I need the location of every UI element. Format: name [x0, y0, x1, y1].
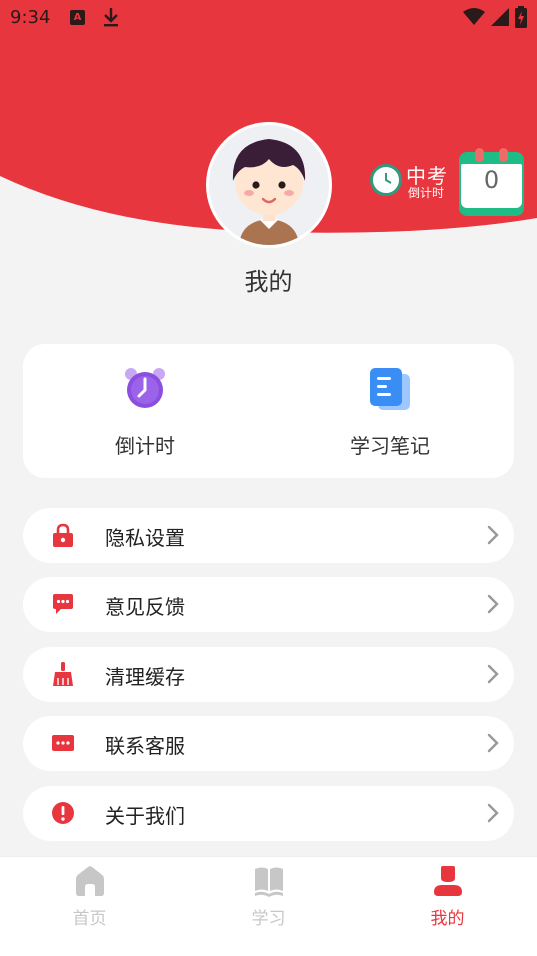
feedback-icon — [53, 594, 73, 614]
menu-item-label: 联系客服 — [105, 734, 185, 758]
clock-icon — [370, 164, 402, 196]
broom-icon — [53, 662, 73, 686]
notification-a-icon: A — [70, 10, 85, 25]
tab-label: 首页 — [72, 909, 107, 929]
menu-item-label: 关于我们 — [105, 804, 185, 828]
chevron-right-icon — [487, 803, 499, 823]
quick-action-label: 倒计时 — [115, 434, 175, 458]
countdown-days: 0 — [483, 166, 500, 194]
wifi-icon — [463, 8, 485, 25]
notes-icon — [370, 368, 410, 410]
chat-icon — [52, 735, 74, 751]
profile-name: 我的 — [244, 268, 293, 296]
chevron-right-icon — [487, 664, 499, 684]
tab-home[interactable]: 首页 — [0, 857, 179, 937]
status-time: 9:34 — [10, 7, 51, 28]
user-icon — [434, 866, 462, 896]
tab-study[interactable]: 学习 — [179, 857, 358, 937]
menu-item-feedback[interactable]: 意见反馈 — [23, 577, 514, 632]
exam-countdown-badge[interactable]: 中考 倒计时 0 — [368, 146, 528, 216]
menu-item-clear-cache[interactable]: 清理缓存 — [23, 647, 514, 702]
avatar-boy-icon — [232, 139, 306, 245]
alarm-clock-icon — [125, 368, 165, 408]
battery-icon — [515, 6, 527, 28]
menu-item-label: 意见反馈 — [105, 595, 185, 619]
chevron-right-icon — [487, 525, 499, 545]
quick-action-notes[interactable]: 学习笔记 — [290, 344, 490, 478]
countdown-subtitle: 倒计时 — [408, 186, 445, 200]
tab-label: 我的 — [430, 909, 465, 929]
download-icon — [104, 8, 118, 27]
tab-label: 学习 — [251, 909, 286, 929]
status-right — [463, 6, 527, 28]
tab-mine[interactable]: 我的 — [358, 857, 537, 937]
calendar-icon: 0 — [459, 148, 524, 216]
status-bar: 9:34 A — [0, 0, 537, 36]
avatar[interactable] — [206, 122, 332, 248]
menu-item-label: 清理缓存 — [105, 665, 185, 689]
menu-item-privacy[interactable]: 隐私设置 — [23, 508, 514, 563]
home-icon — [76, 866, 104, 896]
lock-icon — [53, 523, 73, 547]
chevron-right-icon — [487, 733, 499, 753]
menu-item-about-us[interactable]: 关于我们 — [23, 786, 514, 841]
quick-action-label: 学习笔记 — [350, 434, 430, 458]
info-icon — [52, 802, 74, 824]
menu-item-customer-service[interactable]: 联系客服 — [23, 716, 514, 771]
menu-item-label: 隐私设置 — [105, 526, 185, 550]
quick-actions-card: 倒计时 学习笔记 — [23, 344, 514, 478]
signal-icon — [491, 8, 509, 26]
quick-action-countdown[interactable]: 倒计时 — [45, 344, 245, 478]
book-icon — [255, 867, 283, 897]
chevron-right-icon — [487, 594, 499, 614]
bottom-nav: 首页 学习 我的 — [0, 856, 537, 956]
